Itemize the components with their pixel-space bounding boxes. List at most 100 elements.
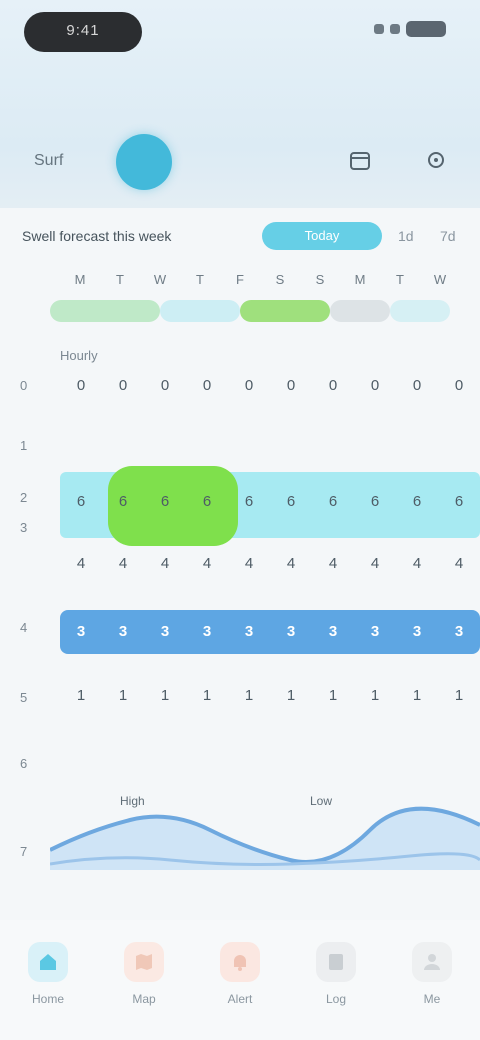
hour-row-1: 0 0 0 0 0 0 0 0 0 0 [60, 368, 480, 404]
wave-right-label: Low [310, 794, 333, 808]
day-label[interactable]: W [140, 272, 180, 294]
hour-cell: 6 [160, 493, 170, 510]
hour-cell: 0 [244, 377, 254, 394]
hour-cell: 1 [244, 687, 254, 704]
hour-cell: 6 [244, 493, 254, 510]
book-icon[interactable] [316, 942, 356, 982]
header-row: Surf [0, 130, 480, 190]
hour-cell: 4 [454, 555, 464, 572]
hour-cell: 1 [454, 687, 464, 704]
day-label[interactable]: W [420, 272, 460, 294]
hour-cell: 3 [76, 623, 86, 640]
hour-cell: 3 [118, 623, 128, 640]
hour-cell: 0 [160, 377, 170, 394]
settings-icon[interactable] [420, 144, 452, 176]
calendar-icon[interactable] [344, 144, 376, 176]
hour-cell: 3 [202, 623, 212, 640]
hourly-title: Hourly [60, 348, 98, 363]
forecast-panel: Swell forecast this week Today 1d 7d M T… [0, 208, 480, 1040]
condition-band [160, 300, 240, 322]
hour-cell: 6 [370, 493, 380, 510]
hour-cell: 4 [202, 555, 212, 572]
tab-label: Map [132, 992, 156, 1006]
status-icons [356, 18, 446, 40]
hour-cell: 1 [202, 687, 212, 704]
filter-1d[interactable]: 1d [398, 228, 414, 244]
filter-summary: Swell forecast this week [22, 228, 172, 244]
condition-band [330, 300, 390, 322]
day-label[interactable]: T [380, 272, 420, 294]
axis-label: 5 [20, 690, 28, 705]
days-row: M T W T F S S M T W [60, 272, 460, 294]
tab-me[interactable]: Me [384, 920, 480, 1040]
tab-alert[interactable]: Alert [192, 920, 288, 1040]
hour-cell: 3 [328, 623, 338, 640]
hour-cell: 6 [328, 493, 338, 510]
hour-cell: 6 [76, 493, 86, 510]
condition-band [50, 300, 160, 322]
hour-cell: 0 [202, 377, 212, 394]
tab-label: Log [325, 992, 347, 1006]
hour-cell: 3 [454, 623, 464, 640]
hour-cell: 0 [328, 377, 338, 394]
hour-cell: 4 [160, 555, 170, 572]
day-label[interactable]: M [60, 272, 100, 294]
tab-label: Home [31, 992, 64, 1006]
hour-row-4: 3 3 3 3 3 3 3 3 3 3 [60, 611, 480, 653]
signal-icon [374, 24, 384, 34]
axis-label: 6 [20, 756, 28, 771]
day-label[interactable]: M [340, 272, 380, 294]
hour-row-3: 4 4 4 4 4 4 4 4 4 4 [60, 546, 480, 582]
hour-cell: 0 [286, 377, 296, 394]
map-icon[interactable] [124, 942, 164, 982]
day-label[interactable]: F [220, 272, 260, 294]
tab-log[interactable]: Log [288, 920, 384, 1040]
wifi-icon [390, 24, 400, 34]
hour-row-5: 1 1 1 1 1 1 1 1 1 1 [60, 678, 480, 714]
day-label[interactable]: S [260, 272, 300, 294]
today-filter-pill[interactable]: Today [262, 222, 382, 250]
axis-label: 1 [20, 438, 28, 453]
hour-cell: 1 [76, 687, 86, 704]
tide-wave-chart: High Low [49, 790, 480, 870]
hour-cell: 4 [370, 555, 380, 572]
user-icon[interactable] [412, 942, 452, 982]
battery-icon [406, 21, 446, 37]
condition-band [390, 300, 450, 322]
bell-icon[interactable] [220, 942, 260, 982]
tab-map[interactable]: Map [96, 920, 192, 1040]
hour-cell: 6 [286, 493, 296, 510]
hour-cell: 0 [454, 377, 464, 394]
day-label[interactable]: T [180, 272, 220, 294]
hour-cell: 0 [76, 377, 86, 394]
hour-cell: 3 [412, 623, 422, 640]
day-label[interactable]: T [100, 272, 140, 294]
hour-cell: 1 [286, 687, 296, 704]
hour-cell: 3 [244, 623, 254, 640]
status-time-pill: 9:41 [24, 12, 142, 52]
filter-7d[interactable]: 7d [440, 228, 456, 244]
axis-label: 7 [20, 844, 28, 859]
location-avatar[interactable] [116, 134, 172, 190]
status-time: 9:41 [66, 22, 100, 39]
hour-cell: 3 [286, 623, 296, 640]
filter-row: Swell forecast this week Today 1d 7d [22, 222, 462, 252]
hour-row-2: 6 6 6 6 6 6 6 6 6 6 [60, 484, 480, 520]
condition-band [240, 300, 330, 322]
hour-cell: 3 [370, 623, 380, 640]
axis-label: 4 [20, 620, 28, 635]
hour-cell: 1 [412, 687, 422, 704]
hour-cell: 4 [244, 555, 254, 572]
hour-cell: 4 [118, 555, 128, 572]
hour-cell: 4 [328, 555, 338, 572]
hour-cell: 0 [118, 377, 128, 394]
tab-home[interactable]: Home [0, 920, 96, 1040]
home-icon[interactable] [28, 942, 68, 982]
location-label[interactable]: Surf [34, 152, 94, 170]
hour-cell: 6 [118, 493, 128, 510]
hour-cell: 1 [328, 687, 338, 704]
hour-cell: 1 [118, 687, 128, 704]
day-condition-bands [50, 300, 450, 324]
day-label[interactable]: S [300, 272, 340, 294]
tab-label: Alert [227, 992, 253, 1006]
